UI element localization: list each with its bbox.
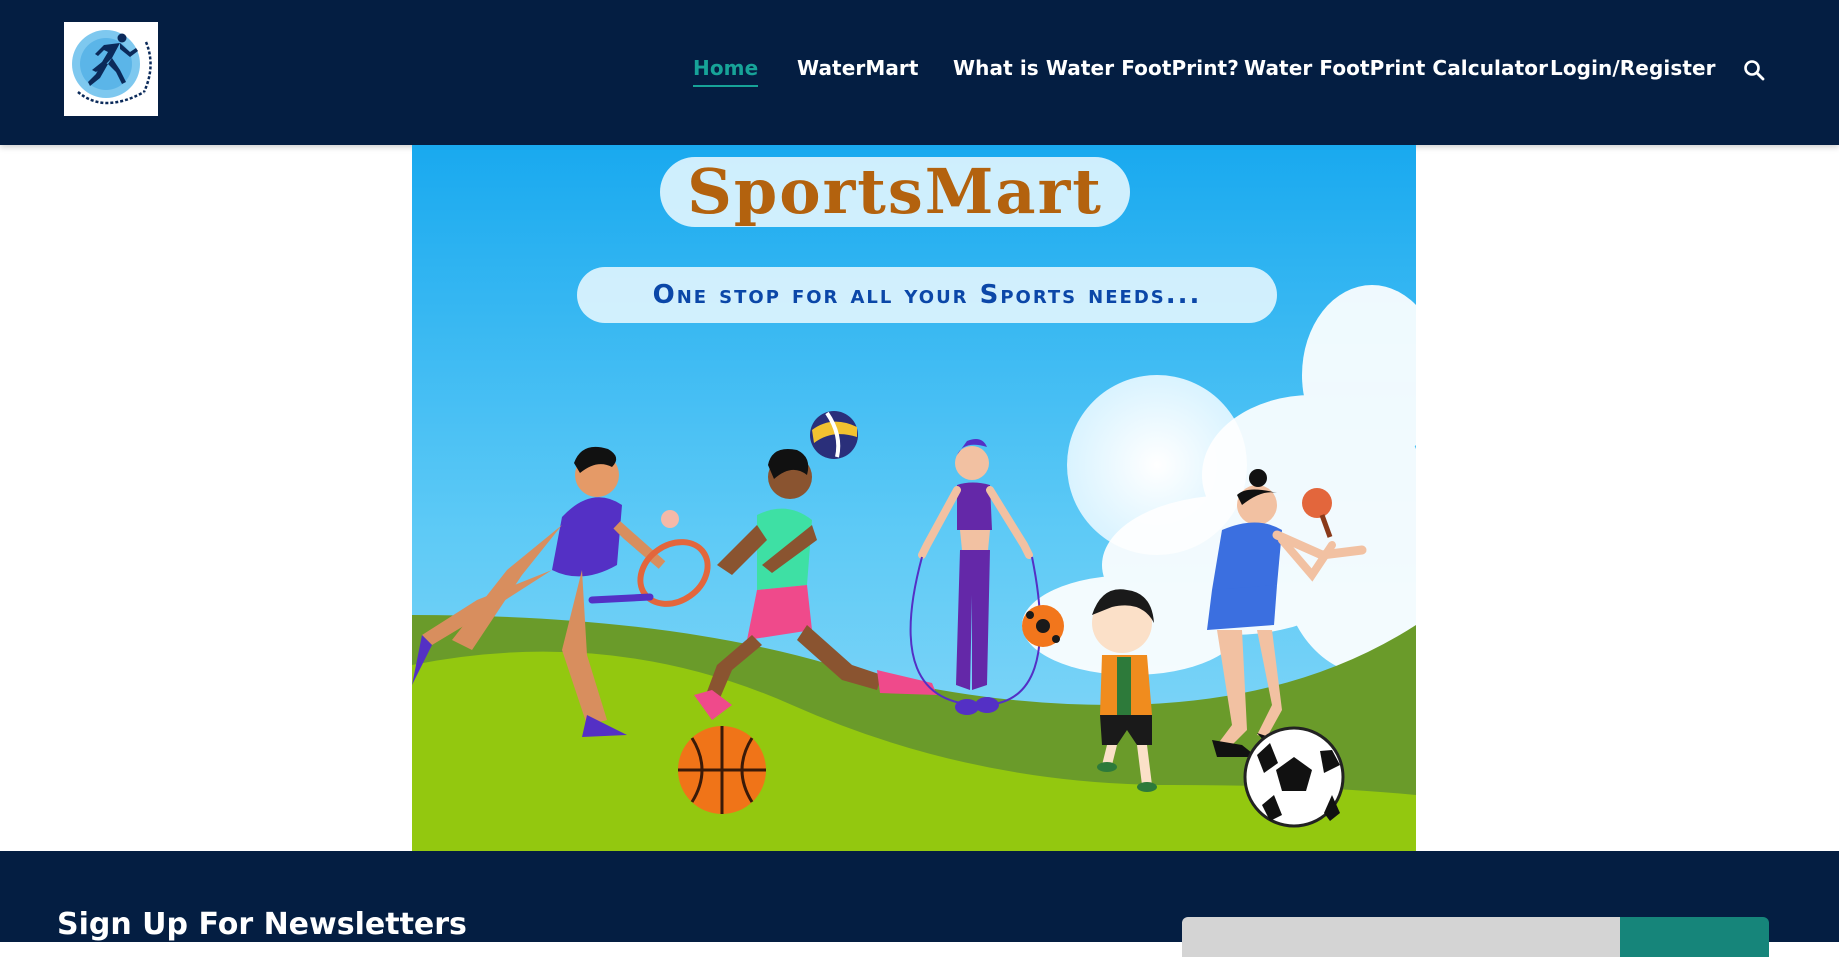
nav-home[interactable]: Home (693, 56, 759, 87)
tennis-ball (661, 510, 679, 528)
sports-illustration (412, 145, 1416, 851)
soccer-ball (1243, 726, 1345, 828)
basketball (678, 726, 766, 814)
newsletter-title: Sign Up For Newsletters (57, 907, 467, 942)
small-soccer-ball (1022, 605, 1064, 647)
newsletter-subscribe-button[interactable] (1620, 917, 1769, 957)
nav-watermart[interactable]: WaterMart (797, 56, 919, 80)
site-logo[interactable] (64, 22, 158, 116)
site-header: Home WaterMart What is Water FootPrint? … (0, 0, 1839, 145)
hero-title: SportsMart (660, 157, 1130, 227)
hero-banner: SportsMart One stop for all your Sports … (412, 145, 1416, 851)
hero-tagline: One stop for all your Sports needs... (577, 267, 1277, 323)
volleyball (810, 411, 858, 459)
runner-logo-icon (64, 22, 158, 116)
nav-login-register[interactable]: Login/Register (1550, 56, 1716, 80)
nav-water-footprint-calculator[interactable]: Water FootPrint Calculator (1244, 56, 1548, 80)
nav-what-is-water-footprint[interactable]: What is Water FootPrint? (953, 56, 1239, 80)
newsletter-email-input[interactable] (1182, 917, 1620, 957)
search-icon[interactable] (1742, 58, 1766, 82)
newsletter-section: Sign Up For Newsletters (0, 851, 1839, 957)
